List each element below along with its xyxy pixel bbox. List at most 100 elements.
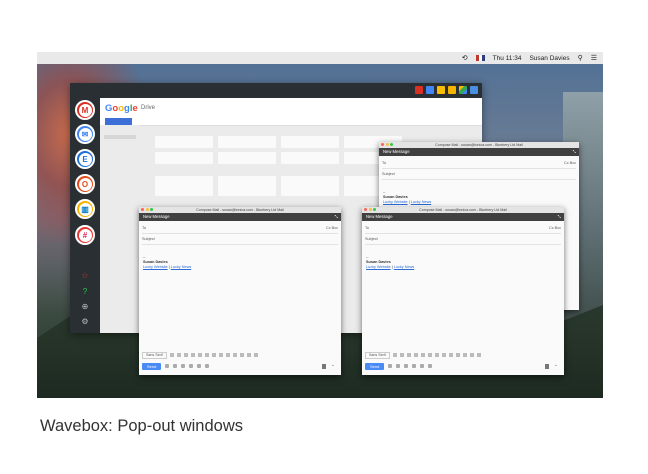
signature-link[interactable]: Lucky News: [411, 200, 431, 204]
minimize-icon[interactable]: [145, 208, 149, 211]
cc-bcc-link[interactable]: Cc Bcc: [549, 223, 561, 233]
quote-icon[interactable]: [239, 353, 244, 357]
drive-file-tile[interactable]: [218, 176, 276, 196]
wavebox-titlebar[interactable]: [70, 83, 482, 98]
photo-icon[interactable]: [197, 364, 202, 368]
bulleted-list-icon[interactable]: [218, 353, 223, 357]
menubar-user[interactable]: Susan Davies: [529, 55, 569, 62]
minimize-icon[interactable]: [385, 143, 389, 146]
formatting-options-icon[interactable]: [388, 364, 393, 368]
font-size-icon[interactable]: [392, 353, 397, 357]
star-icon[interactable]: ☆: [81, 272, 89, 280]
to-field[interactable]: To Cc Bcc: [365, 223, 561, 234]
clear-formatting-icon[interactable]: [253, 353, 258, 357]
to-field[interactable]: To Cc Bcc: [142, 223, 338, 234]
numbered-list-icon[interactable]: [434, 353, 439, 357]
more-options-icon[interactable]: ⌄: [554, 362, 558, 368]
language-flag-icon[interactable]: [475, 55, 485, 61]
photos-tab-icon[interactable]: [448, 86, 456, 94]
quote-icon[interactable]: [462, 353, 467, 357]
cc-bcc-link[interactable]: Cc Bcc: [326, 223, 338, 233]
drive-file-tile[interactable]: [155, 152, 213, 164]
add-account-icon[interactable]: ⊕: [81, 303, 89, 311]
formatting-options-icon[interactable]: [165, 364, 170, 368]
zoom-icon[interactable]: [150, 208, 153, 211]
font-select[interactable]: Sans Serif: [365, 351, 390, 359]
google-inbox-icon[interactable]: ✉: [75, 124, 95, 144]
expand-icon[interactable]: ⤡: [335, 213, 338, 221]
bulleted-list-icon[interactable]: [441, 353, 446, 357]
link-icon[interactable]: [404, 364, 409, 368]
exchange-icon[interactable]: E: [75, 149, 95, 169]
trello-icon[interactable]: ▥: [75, 199, 95, 219]
close-icon[interactable]: [381, 143, 384, 146]
underline-icon[interactable]: [413, 353, 418, 357]
slack-icon[interactable]: #: [75, 225, 95, 245]
cc-bcc-link[interactable]: Cc Bcc: [564, 158, 576, 168]
photo-icon[interactable]: [420, 364, 425, 368]
indent-less-icon[interactable]: [448, 353, 453, 357]
font-size-icon[interactable]: [169, 353, 174, 357]
send-button[interactable]: Send: [142, 362, 162, 370]
clear-formatting-icon[interactable]: [476, 353, 481, 357]
signature-link[interactable]: Lucky News: [394, 265, 414, 269]
send-button[interactable]: Send: [365, 362, 385, 370]
drive-file-tile[interactable]: [155, 176, 213, 196]
signature-link[interactable]: Lucky News: [171, 265, 191, 269]
drive-icon[interactable]: [412, 364, 417, 368]
emoji-icon[interactable]: [205, 364, 210, 368]
underline-icon[interactable]: [190, 353, 195, 357]
attach-icon[interactable]: [173, 364, 178, 368]
text-color-icon[interactable]: [197, 353, 202, 357]
drive-file-tile[interactable]: [218, 136, 276, 148]
minimize-icon[interactable]: [368, 208, 372, 211]
link-icon[interactable]: [181, 364, 186, 368]
strikethrough-icon[interactable]: [246, 353, 251, 357]
time-machine-icon[interactable]: ⟲: [462, 55, 468, 62]
help-icon[interactable]: ?: [81, 288, 89, 296]
bold-icon[interactable]: [176, 353, 181, 357]
gmail-tab-icon[interactable]: [415, 86, 423, 94]
office-icon[interactable]: O: [75, 174, 95, 194]
drive-new-button[interactable]: [105, 118, 132, 125]
zoom-icon[interactable]: [390, 143, 393, 146]
emoji-icon[interactable]: [428, 364, 433, 368]
numbered-list-icon[interactable]: [211, 353, 216, 357]
close-icon[interactable]: [364, 208, 367, 211]
drive-file-tile[interactable]: [281, 176, 339, 196]
drive-file-tile[interactable]: [155, 136, 213, 148]
zoom-icon[interactable]: [373, 208, 376, 211]
menubar-clock[interactable]: Thu 11:34: [493, 55, 522, 62]
notification-center-icon[interactable]: ☰: [591, 55, 597, 62]
italic-icon[interactable]: [183, 353, 188, 357]
drive-file-tile[interactable]: [218, 152, 276, 164]
spotlight-search-icon[interactable]: ⚲: [578, 55, 583, 62]
download-tab-icon[interactable]: [470, 86, 478, 94]
drive-file-tile[interactable]: [281, 136, 339, 148]
close-icon[interactable]: [141, 208, 144, 211]
gmail-icon[interactable]: M: [75, 100, 95, 120]
expand-icon[interactable]: ⤡: [558, 213, 561, 221]
italic-icon[interactable]: [406, 353, 411, 357]
align-icon[interactable]: [427, 353, 432, 357]
drive-icon[interactable]: [189, 364, 194, 368]
trash-icon[interactable]: [545, 364, 549, 369]
signature-link[interactable]: Lucky Website: [143, 265, 168, 269]
bold-icon[interactable]: [399, 353, 404, 357]
keep-tab-icon[interactable]: [437, 86, 445, 94]
subject-field[interactable]: Subject: [142, 234, 338, 245]
indent-less-icon[interactable]: [225, 353, 230, 357]
drive-file-tile[interactable]: [281, 152, 339, 164]
strikethrough-icon[interactable]: [469, 353, 474, 357]
indent-more-icon[interactable]: [455, 353, 460, 357]
settings-gear-icon[interactable]: ⚙: [81, 318, 89, 326]
drive-tab-icon[interactable]: [459, 86, 467, 94]
more-options-icon[interactable]: ⌄: [331, 362, 335, 368]
text-color-icon[interactable]: [420, 353, 425, 357]
indent-more-icon[interactable]: [232, 353, 237, 357]
docs-tab-icon[interactable]: [426, 86, 434, 94]
trash-icon[interactable]: [322, 364, 326, 369]
subject-field[interactable]: Subject: [382, 169, 576, 180]
subject-field[interactable]: Subject: [365, 234, 561, 245]
attach-icon[interactable]: [396, 364, 401, 368]
